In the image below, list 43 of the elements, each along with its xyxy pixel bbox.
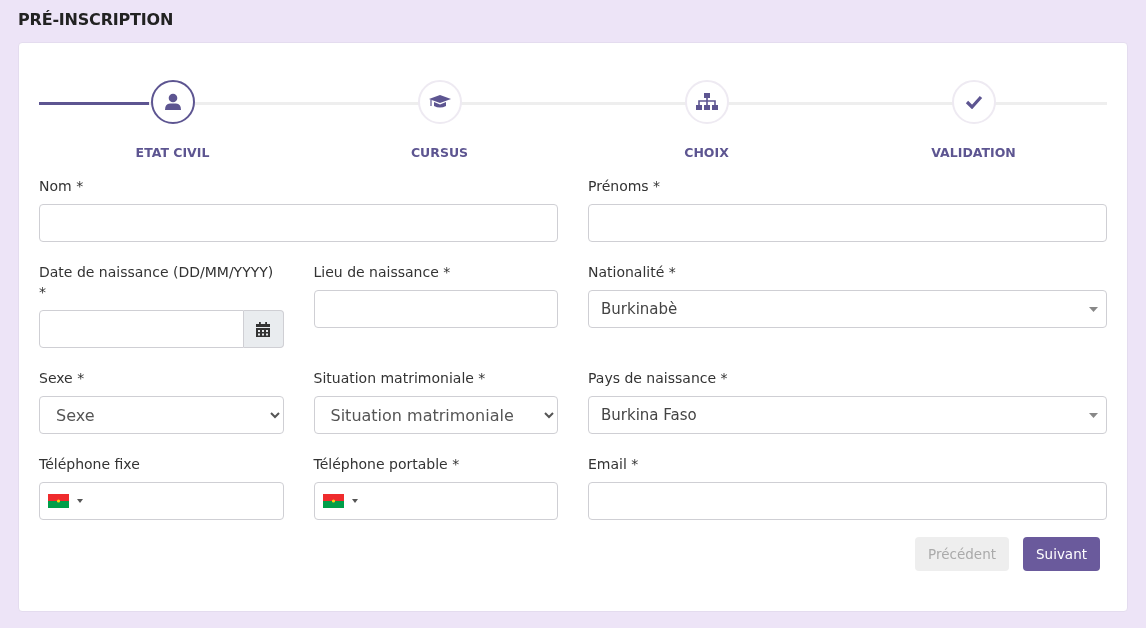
nav-button[interactable]: Suivant	[1023, 537, 1100, 571]
step-label: VALIDATION	[931, 145, 1016, 160]
field-label: Nationalité *	[588, 263, 677, 282]
field-label: Nom *	[39, 177, 85, 196]
step-circle[interactable]	[150, 80, 195, 124]
calendar-button[interactable]	[243, 310, 284, 348]
caret-icon	[1089, 412, 1098, 418]
field-label: Date de naissance (DD/MM/YYYY) *	[39, 263, 275, 302]
caret-icon	[77, 499, 83, 503]
sitemap-icon	[695, 93, 718, 111]
phone-input-field[interactable]	[39, 482, 284, 520]
calendar-icon	[256, 321, 270, 337]
combo-field[interactable]: Burkinabè	[588, 290, 1107, 328]
field-label: Téléphone portable *	[313, 455, 461, 474]
combo-value: Burkina Faso	[601, 406, 697, 424]
field-label: Sexe *	[39, 369, 86, 388]
graduation-cap-icon	[428, 94, 451, 110]
date-input-field[interactable]	[39, 310, 244, 348]
dropdown-field[interactable]: Situation matrimoniale	[313, 396, 558, 434]
text-input-field[interactable]	[588, 204, 1107, 242]
dropdown-field[interactable]: Sexe	[39, 396, 284, 434]
combo-field[interactable]: Burkina Faso	[588, 396, 1107, 434]
field-label: Situation matrimoniale *	[313, 369, 487, 388]
field-label: Email *	[588, 455, 640, 474]
combo-value: Burkinabè	[601, 300, 678, 318]
page-title: PRÉ-INSCRIPTION	[18, 10, 175, 30]
field-label: Prénoms *	[588, 177, 662, 196]
user-icon	[164, 93, 181, 111]
text-input-field[interactable]	[588, 482, 1107, 520]
flag-icon	[48, 494, 69, 508]
step-label: CHOIX	[684, 145, 729, 160]
field-label: Pays de naissance *	[588, 369, 729, 388]
check-icon	[964, 95, 983, 109]
step-label: CURSUS	[410, 145, 469, 160]
step-label: ETAT CIVIL	[135, 145, 210, 160]
field-label: Téléphone fixe	[39, 455, 141, 474]
caret-icon	[1089, 306, 1098, 312]
flag-icon	[322, 494, 344, 508]
caret-icon	[351, 499, 358, 503]
text-input-field[interactable]	[313, 290, 558, 328]
phone-input-field[interactable]	[313, 482, 558, 520]
field-label: Lieu de naissance *	[313, 263, 452, 282]
text-input-field[interactable]	[39, 204, 558, 242]
